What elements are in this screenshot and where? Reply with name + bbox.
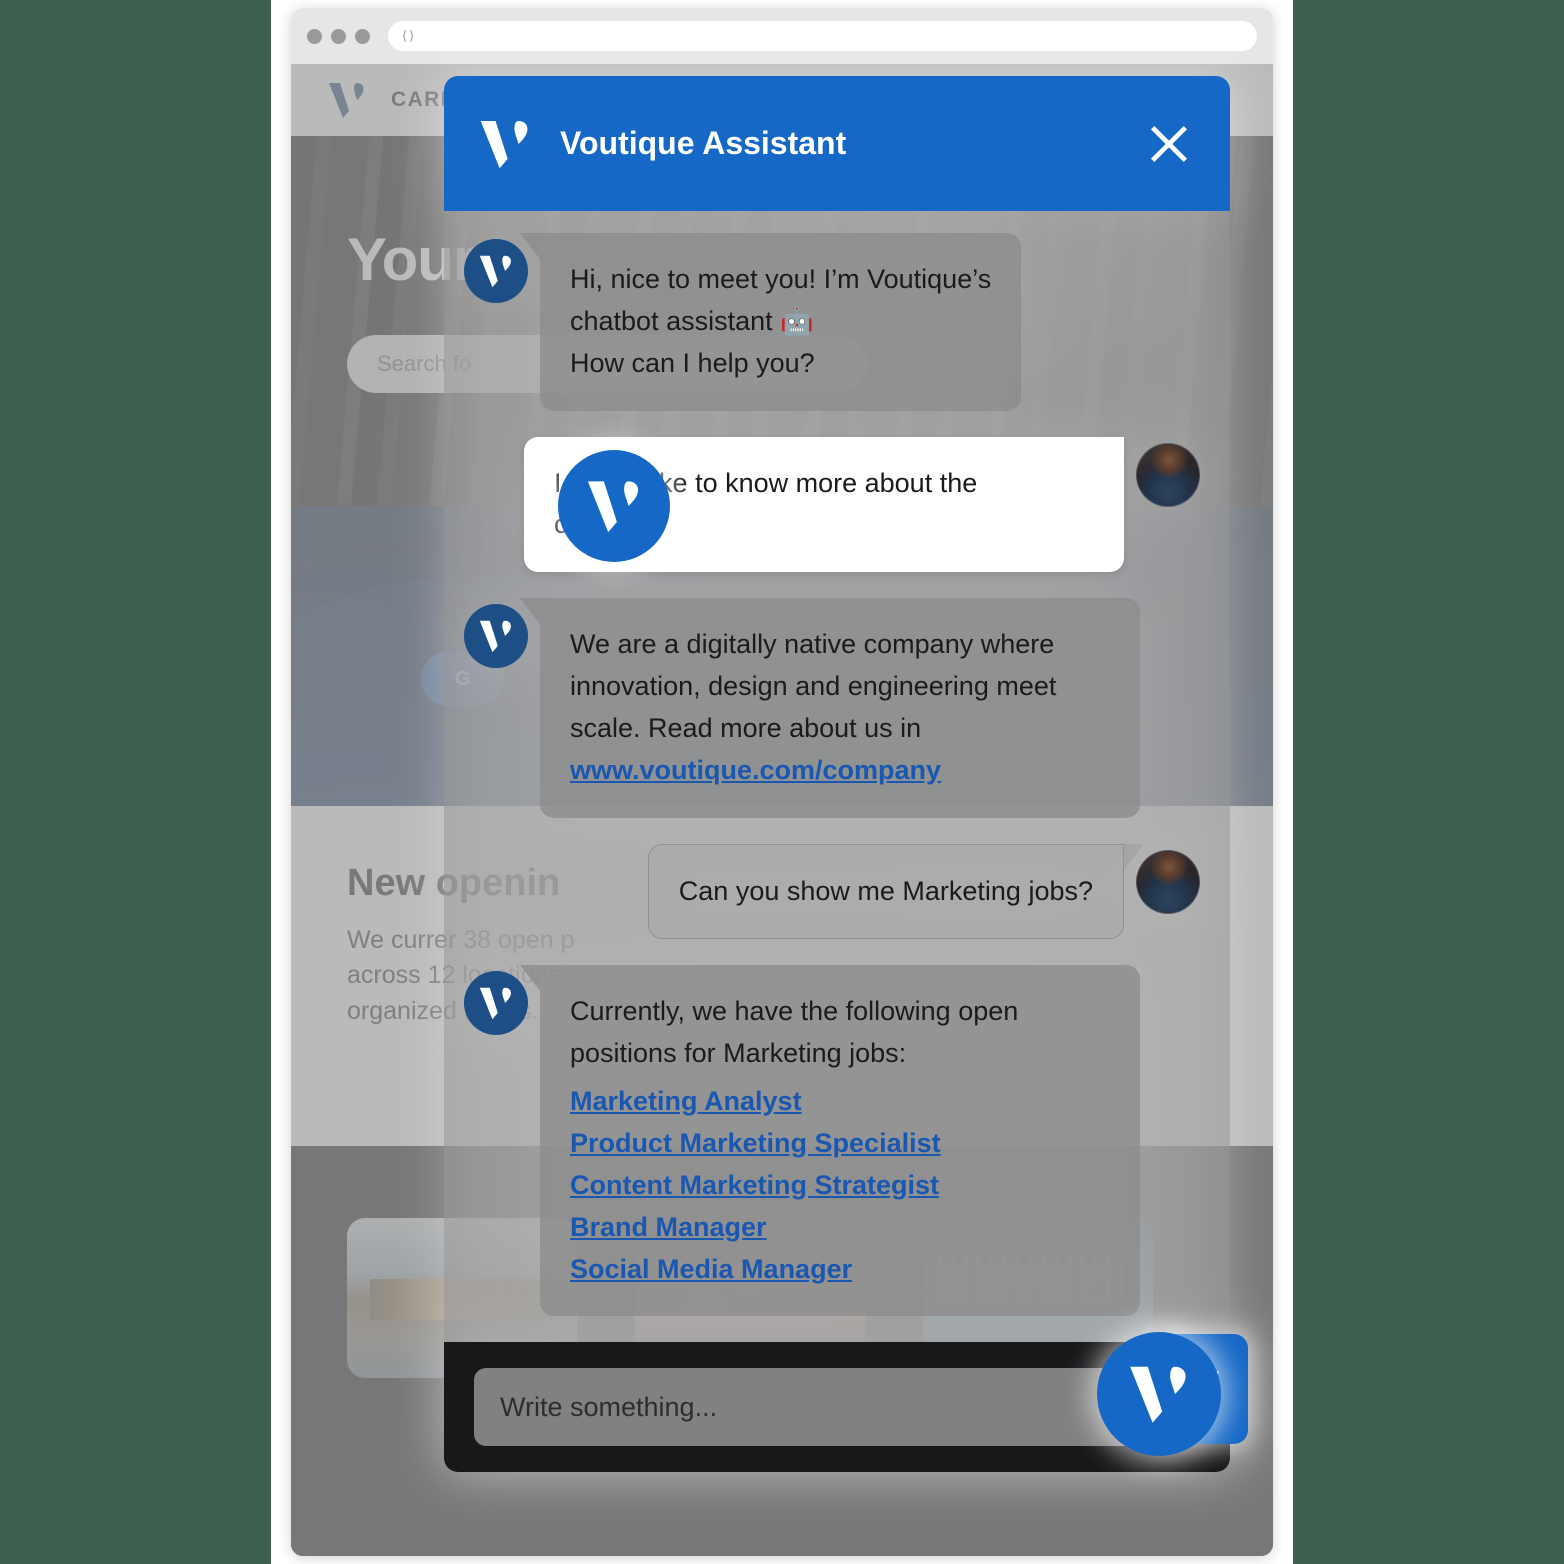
chat-widget: Voutique Assistant Hi, nice to meet you!… [444,76,1248,1473]
chat-title: Voutique Assistant [560,125,847,161]
message-text: We are a digitally native company where … [570,624,1110,791]
bot-avatar [464,604,528,669]
chat-launcher-button[interactable] [1097,1332,1221,1456]
job-link[interactable]: Brand Manager [570,1207,1110,1249]
voutique-logo-icon [479,620,511,653]
message-bubble: We are a digitally native company where … [520,598,1140,818]
bot-avatar [464,239,528,303]
message-line-1: Hi, nice to meet you! I’m Voutique’s [570,264,992,294]
voutique-logo-icon [479,988,511,1020]
voutique-logo-icon [1130,1366,1186,1423]
job-link[interactable]: Content Marketing Strategist [570,1165,1110,1207]
company-link[interactable]: www.voutique.com/company [570,755,941,785]
maximize-window-dot[interactable] [355,28,370,44]
minimize-window-dot[interactable] [331,28,346,44]
job-links-list: Marketing Analyst Product Marketing Spec… [570,1081,1110,1290]
message-text-before: We are a digitally native company where … [570,629,1057,743]
job-link[interactable]: Marketing Analyst [570,1081,1110,1123]
message-bubble: Hi, nice to meet you! I’m Voutique’s cha… [519,233,1022,411]
close-window-dot[interactable] [307,28,322,44]
chat-header: Voutique Assistant [444,76,1230,211]
job-link[interactable]: Product Marketing Specialist [570,1123,1110,1165]
nav-chevrons-icon: ⟨⟩ [402,28,417,43]
browser-chrome: ⟨⟩ [291,8,1273,64]
close-chat-button[interactable] [1142,117,1196,171]
chat-message-bot-company: We are a digitally native company where … [464,598,1200,818]
bot-avatar-floating [558,450,670,562]
message-bubble: Currently, we have the following open po… [520,965,1140,1317]
voutique-logo-icon [479,255,511,288]
voutique-logo-icon [587,481,639,533]
message-line-3: How can I help you? [570,347,815,378]
close-icon [1150,125,1188,162]
bot-avatar [464,971,528,1036]
chat-message-bot-greeting: Hi, nice to meet you! I’m Voutique’s cha… [464,233,1200,411]
chat-message-user-marketing: Can you show me Marketing jobs? [464,843,1200,940]
screenshot-stage: ⟨⟩ CAREERS Your c Search fo G [0,0,1564,1564]
url-bar[interactable]: ⟨⟩ [388,21,1257,51]
traffic-lights [307,28,370,44]
browser-window: ⟨⟩ CAREERS Your c Search fo G [291,8,1273,1556]
chat-message-list: Hi, nice to meet you! I’m Voutique’s cha… [444,211,1230,1343]
chat-message-bot-jobs: Currently, we have the following open po… [464,965,1200,1317]
user-avatar [1136,442,1200,507]
message-bubble: Can you show me Marketing jobs? [647,843,1145,940]
user-avatar [1136,849,1200,914]
voutique-logo-icon [480,120,528,168]
jobs-intro: Currently, we have the following open po… [570,996,1019,1069]
chat-message-input[interactable]: Write something... [474,1368,1200,1447]
message-line-2: chatbot assistant 🤖 [570,305,814,336]
job-link[interactable]: Social Media Manager [570,1249,1110,1291]
